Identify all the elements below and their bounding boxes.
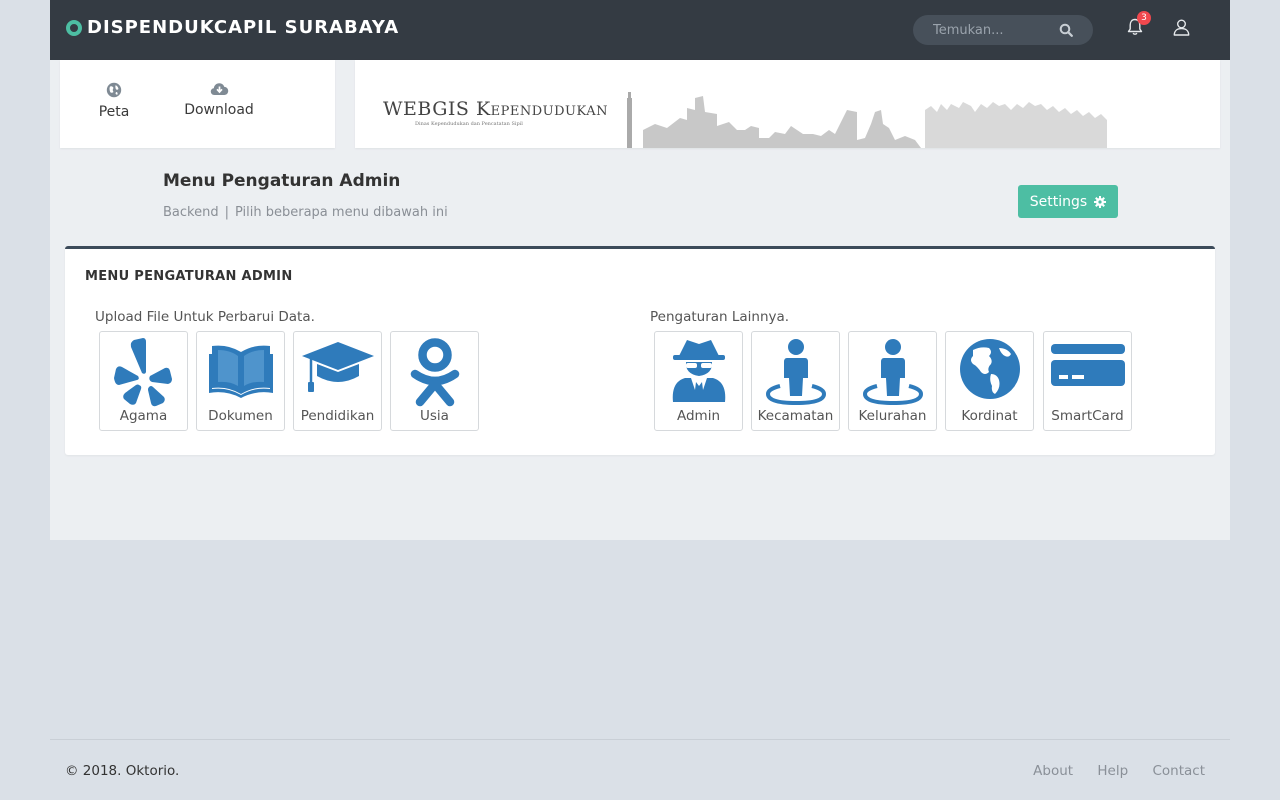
tile-usia-label: Usia [420,408,449,424]
settings-button[interactable]: Settings [1018,185,1118,218]
app-container: DISPENDUKCAPIL SURABAYA 3 Peta [50,0,1230,540]
footer-link-help[interactable]: Help [1097,763,1128,779]
footer-link-about[interactable]: About [1033,763,1073,779]
webgis-banner: WEBGIS Kependudukan Dinas Kependudukan d… [355,60,1220,148]
footer-link-contact[interactable]: Contact [1152,763,1205,779]
brand[interactable]: DISPENDUKCAPIL SURABAYA [66,17,399,38]
tile-admin-label: Admin [676,408,721,424]
gear-icon [1094,195,1107,208]
footer: © 2018. Oktorio. About Help Contact [50,739,1230,800]
book-icon [208,345,273,398]
globe-icon [106,82,122,98]
quick-link-download-label: Download [184,102,254,118]
tile-usia[interactable]: Usia [390,331,479,431]
search-input[interactable] [913,15,1053,45]
brand-logo-icon [66,19,82,36]
tile-pendidikan-label: Pendidikan [300,408,375,424]
top-navbar: DISPENDUKCAPIL SURABAYA 3 [50,0,1230,60]
breadcrumb-separator: | [224,205,229,220]
quick-link-download[interactable]: Download [174,82,264,118]
panel-title: MENU PENGATURAN ADMIN [85,269,293,284]
street-view-icon [765,339,826,406]
page-title: Menu Pengaturan Admin [163,171,401,191]
globe-americas-icon [959,339,1020,399]
footer-copyright: © 2018. Oktorio. [65,763,180,779]
search-icon[interactable] [1059,23,1073,37]
user-secret-icon [672,340,725,402]
quick-links-box: Peta Download [60,60,335,148]
breadcrumb: Backend | Pilih beberapa menu dibawah ini [163,205,448,220]
credit-card-icon [1050,344,1125,386]
settings-button-label: Settings [1029,193,1088,210]
upload-group-label: Upload File Untuk Perbarui Data. [95,309,315,325]
tile-agama[interactable]: Agama [99,331,188,431]
quick-link-peta[interactable]: Peta [94,82,134,120]
city-skyline-illustration [627,92,1107,148]
graduation-cap-icon [301,342,374,392]
tile-kordinat-label: Kordinat [961,408,1018,424]
cloud-download-icon [210,83,228,95]
tile-kelurahan[interactable]: Kelurahan [848,331,937,431]
tile-kordinat[interactable]: Kordinat [945,331,1034,431]
quick-link-peta-label: Peta [98,104,130,120]
tile-admin[interactable]: Admin [654,331,743,431]
notification-badge: 3 [1137,11,1151,25]
banner-title: WEBGIS Kependudukan [383,98,608,120]
tile-dokumen-label: Dokumen [208,408,273,424]
breadcrumb-section[interactable]: Backend [163,205,219,220]
tile-pendidikan[interactable]: Pendidikan [293,331,382,431]
brand-title: DISPENDUKCAPIL SURABAYA [87,17,400,38]
other-settings-group-label: Pengaturan Lainnya. [650,309,790,325]
tile-smartcard[interactable]: SmartCard [1043,331,1132,431]
footer-links: About Help Contact [1013,763,1205,779]
street-view-icon [862,339,923,406]
banner-subtitle: Dinas Kependudukan dan Pencatatan Sipil [415,121,523,127]
tile-kelurahan-label: Kelurahan [858,408,927,424]
yelp-icon [113,338,172,407]
tile-kecamatan-label: Kecamatan [757,408,834,424]
tile-kecamatan[interactable]: Kecamatan [751,331,840,431]
breadcrumb-text: Pilih beberapa menu dibawah ini [234,205,448,220]
tile-smartcard-label: SmartCard [1051,408,1124,424]
search-box [913,15,1093,45]
tile-agama-label: Agama [119,408,168,424]
odnoklassniki-icon [410,338,459,407]
admin-menu-panel: MENU PENGATURAN ADMIN Upload File Untuk … [65,246,1215,455]
tile-dokumen[interactable]: Dokumen [196,331,285,431]
user-icon[interactable] [1173,19,1190,36]
